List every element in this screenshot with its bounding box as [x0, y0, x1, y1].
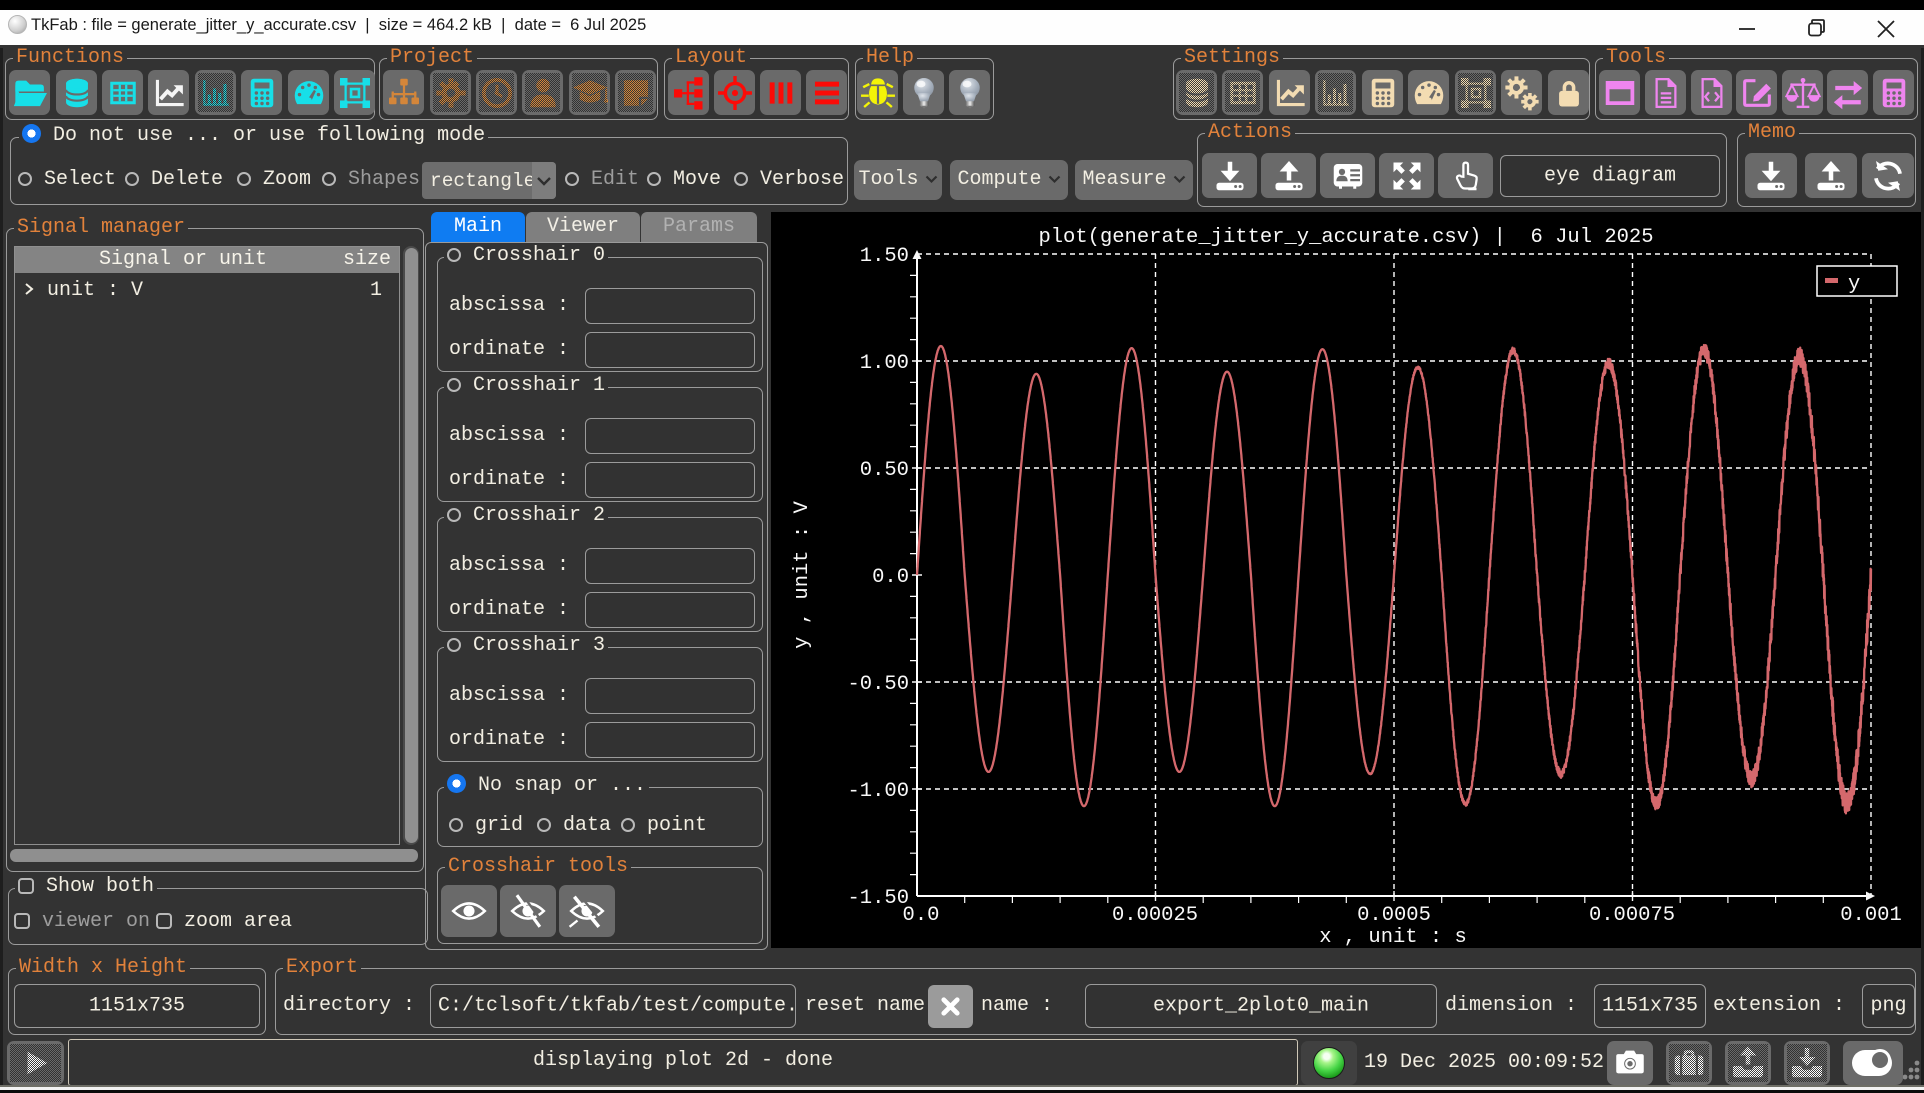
svg-text:0.00075: 0.00075: [1589, 904, 1675, 927]
svg-text:0.0: 0.0: [872, 566, 909, 589]
svg-text:0.0: 0.0: [903, 904, 940, 927]
svg-text:0.00025: 0.00025: [1112, 904, 1198, 927]
svg-text:-1.00: -1.00: [847, 780, 909, 803]
svg-text:0.0005: 0.0005: [1357, 904, 1431, 927]
svg-text:1.50: 1.50: [860, 245, 909, 268]
svg-text:plot(generate_jitter_y_accurat: plot(generate_jitter_y_accurate.csv) | 6…: [1038, 226, 1653, 249]
svg-text:0.001: 0.001: [1840, 904, 1902, 927]
svg-text:-1.50: -1.50: [847, 887, 909, 910]
svg-text:x , unit : s: x , unit : s: [1319, 926, 1467, 948]
svg-text:y: y: [1848, 273, 1860, 296]
svg-text:1.00: 1.00: [860, 352, 909, 375]
svg-text:0.50: 0.50: [860, 459, 909, 482]
svg-text:-0.50: -0.50: [847, 673, 909, 696]
svg-text:y , unit : V: y , unit : V: [791, 500, 814, 648]
